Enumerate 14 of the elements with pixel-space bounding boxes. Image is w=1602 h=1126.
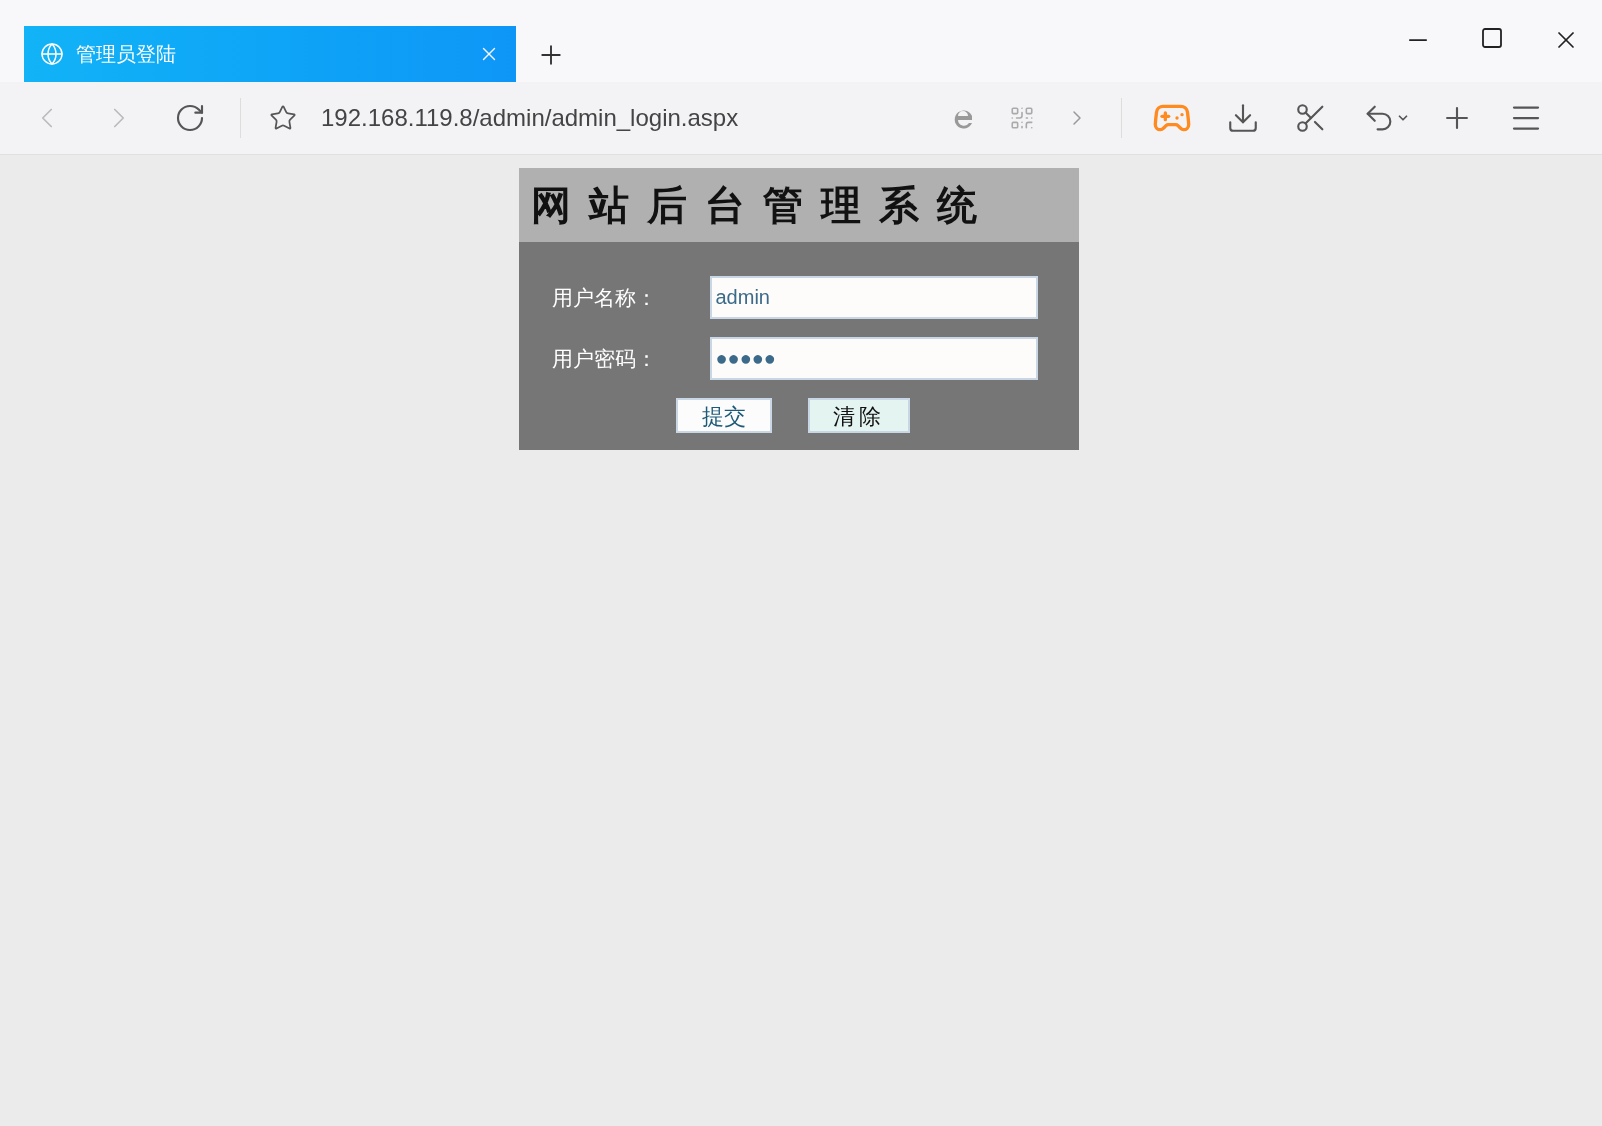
reload-icon[interactable] [174,102,206,134]
field-label: 用户密码： [551,345,658,372]
submit-button[interactable]: 提交 [675,398,772,433]
download-icon[interactable] [1226,101,1260,135]
password-field[interactable]: ●●●●● [709,337,1038,380]
login-title: 网站后台管理系统 [518,168,1079,242]
username-field[interactable]: admin [709,276,1038,319]
address-text[interactable]: 192.168.119.8/admin/admin_login.aspx [321,100,921,136]
star-icon[interactable] [269,104,297,132]
field-label: 用户名称： [551,284,658,311]
globe-icon [40,42,64,66]
clear-button[interactable]: 清除 [807,398,910,433]
tab-title: 管理员登陆 [76,42,177,67]
maximize-icon[interactable] [1480,26,1504,50]
